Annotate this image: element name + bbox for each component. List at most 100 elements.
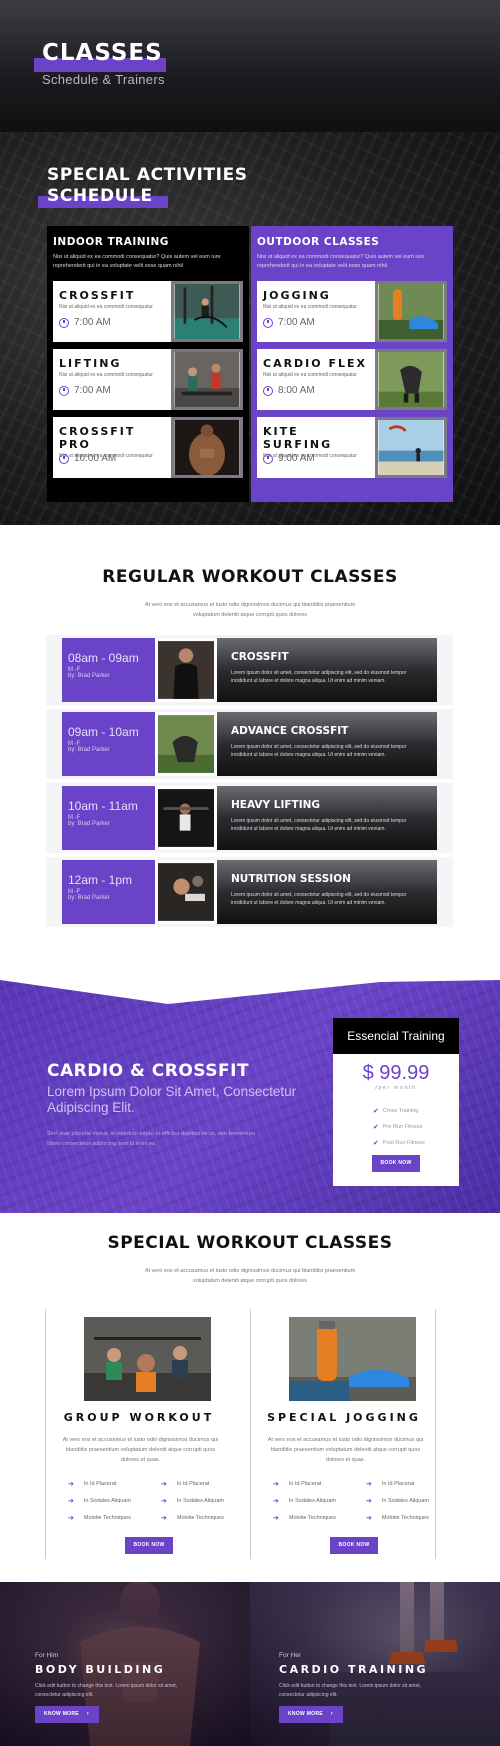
class-time: 10:00 AM [74,453,117,464]
class-desc: Nisi ut aliquid ex ea commodi consequatu… [263,372,357,378]
book-now-button[interactable]: BOOK NOW [125,1537,173,1554]
class-desc: Nisi ut aliquid ex ea commodi consequatu… [59,372,153,378]
class-name: LIFTING [59,357,122,370]
feature-item: ➔ In Sodales Aliquam [366,1497,429,1505]
arrow-right-icon: ➔ [161,1480,167,1488]
arrow-right-icon: ➔ [366,1497,372,1505]
pricing-feature: ✔ Post Run Fitness [373,1140,425,1147]
special-jogging-title: SPECIAL JOGGING [267,1411,421,1424]
banner-title: BODY BUILDING [35,1663,166,1676]
clock-icon [263,317,273,328]
feature-item: ➔ In Id Placerat [273,1480,322,1488]
cardio-training-banner: For Her CARDIO TRAINING Click edit butto… [250,1582,500,1746]
class-desc: Nisi ut aliquid ex ea commodi consequatu… [263,304,357,310]
class-card-crossfit[interactable]: CROSSFIT Nisi ut aliquid ex ea commodi c… [53,281,243,342]
session-name: NUTRITION SESSION [231,873,351,885]
indoor-training-title: INDOOR TRAINING [53,236,169,248]
indoor-training-desc: Nisi ut aliquid ex ea commodi consequatu… [53,254,221,269]
pricing-price: $ 99.99 [362,1062,430,1084]
feature-list-left: ➔ In Id Placerat ➔ In Sodales Aliquam ➔ Mol… [68,1475,131,1526]
book-now-button[interactable]: BOOK NOW [330,1537,378,1554]
feature-list-right: ➔ In Id Placerat ➔ In Sodales Aliquam ➔ Mol… [161,1475,224,1526]
kite-surfing-photo [375,417,447,478]
jogging-photo [375,281,447,342]
session-trainer: by: Brad Parker [68,747,110,753]
cardio-crossfit-section: CARDIO & CROSSFIT Lorem Ipsum Dolor Sit … [0,973,500,1213]
schedule-row-nutrition[interactable]: 12am - 1pm M -F by: Brad Parker NUTRITION … [62,860,437,924]
outdoor-classes-column: OUTDOOR CLASSES Nisi ut aliquid ex ea co… [251,226,453,502]
arrow-right-icon: ➔ [68,1497,74,1505]
feature-item: ➔ Molotie Techniques [161,1514,224,1522]
class-card-jogging[interactable]: JOGGING Nisi ut aliquid ex ea commodi co… [257,281,447,342]
class-card-lifting[interactable]: LIFTING Nisi ut aliquid ex ea commodi co… [53,349,243,410]
class-time: 8:00 AM [278,385,315,396]
feature-item: ➔ In Sodales Aliquam [273,1497,336,1505]
feature-item: ➔ In Sodales Aliquam [161,1497,224,1505]
know-more-button[interactable]: KNOW MORE › [35,1706,99,1723]
arrow-right-icon: ➔ [68,1514,74,1522]
lifting-photo [171,349,243,410]
class-card-kite-surfing[interactable]: KITE SURFING Nisi ut aliquid ex ea commo… [257,417,447,478]
arrow-right-icon: ➔ [161,1514,167,1522]
class-time: 7:00 AM [74,317,111,328]
banner-desc: Click edit button to change this text. L… [279,1683,422,1698]
clock-icon [59,317,69,328]
arrow-right-icon: ➔ [68,1480,74,1488]
special-workout-title: SPECIAL WORKOUT CLASSES [107,1233,393,1253]
arrow-right-icon: ➔ [161,1497,167,1505]
cardio-title: CARDIO & CROSSFIT [47,1061,250,1081]
class-card-crossfit-pro[interactable]: CROSSFIT PRO Nisi ut aliquid ex ea commo… [53,417,243,478]
class-name: CROSSFIT [59,289,136,302]
cardio-desc: Sed vitae placerat metus, in interdum tu… [47,1131,255,1147]
clock-icon [263,385,273,396]
feature-item: ➔ In Id Placerat [366,1480,415,1488]
page-subtitle: Schedule & Trainers [42,72,165,87]
pricing-card: Essencial Training $ 99.99 /per month ✔ C… [333,1018,459,1186]
schedule-row-crossfit[interactable]: 08am - 09am M -F by: Brad Parker CROSSFIT L… [62,638,437,702]
regular-workout-title: REGULAR WORKOUT CLASSES [102,567,398,587]
book-now-button[interactable]: BOOK NOW [372,1155,420,1172]
class-name: CROSSFIT PRO [59,425,136,451]
session-name: ADVANCE CROSSFIT [231,725,349,737]
session-time: 09am - 10am [68,725,139,739]
feature-item: ➔ Molotie Techniques [273,1514,336,1522]
group-workout-desc: At vero eos et accusamus et iusto odio d… [62,1437,219,1463]
know-more-button[interactable]: KNOW MORE › [279,1706,343,1723]
class-time: 7:00 AM [278,317,315,328]
pricing-feature: ✔ Cross Training [373,1108,419,1115]
body-building-banner: For Him BODY BUILDING Click edit button … [0,1582,250,1746]
arrow-right-icon: ➔ [273,1480,279,1488]
class-name: JOGGING [263,289,331,302]
class-time: 9:00 AM [278,453,315,464]
class-name: KITE SURFING [263,425,333,451]
session-text: Lorem ipsum dolor sit amet, consectetur … [231,744,407,758]
arrow-right-icon: › [330,1711,333,1717]
banner-title: CARDIO TRAINING [279,1663,429,1676]
session-time: 12am - 1pm [68,873,133,887]
session-text: Lorem ipsum dolor sit amet, consectetur … [231,892,407,906]
group-workout-card: GROUP WORKOUT At vero eos et accusamus e… [45,1309,231,1559]
session-trainer: by: Brad Parker [68,673,110,679]
special-activities-title: SPECIAL ACTIVITIES SCHEDULE [47,165,248,206]
nutrition-session-photo [155,860,217,924]
clock-icon [59,385,69,396]
banner-desc: Click edit button to change this text. L… [35,1683,178,1698]
pricing-title: Essencial Training [333,1018,459,1054]
schedule-row-advance-crossfit[interactable]: 09am - 10am M -F by: Brad Parker ADVANCE C… [62,712,437,776]
feature-item: ➔ In Id Placerat [68,1480,117,1488]
class-card-cardio-flex[interactable]: CARDIO FLEX Nisi ut aliquid ex ea commod… [257,349,447,410]
pricing-feature: ✔ Pre Run Fitness [373,1124,423,1131]
group-workout-photo [84,1317,211,1401]
feature-item: ➔ Molotie Techniques [366,1514,429,1522]
special-jogging-card: SPECIAL JOGGING At vero eos et accusamus… [250,1309,436,1559]
session-trainer: by: Brad Parker [68,895,110,901]
feature-list-right: ➔ In Id Placerat ➔ In Sodales Aliquam ➔ Mol… [366,1475,429,1526]
crossfit-photo [171,281,243,342]
regular-workout-desc: At vero eos et accusamus et iusto odio d… [144,602,356,618]
section-divider [0,973,500,1004]
feature-item: ➔ In Sodales Aliquam [68,1497,131,1505]
schedule-row-heavy-lifting[interactable]: 10am - 11am M -F by: Brad Parker HEAVY LIF… [62,786,437,850]
clock-icon [59,453,69,464]
class-name: CARDIO FLEX [263,357,367,370]
session-trainer: by: Brad Parker [68,821,110,827]
